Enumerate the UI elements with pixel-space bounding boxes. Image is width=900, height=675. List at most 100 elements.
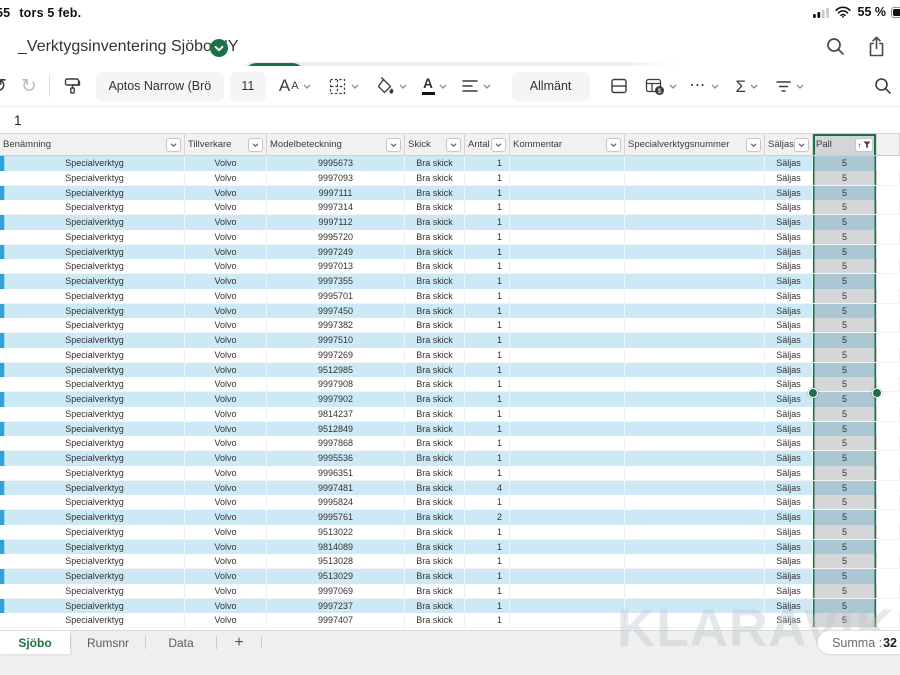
table-row[interactable]: SpecialverktygVolvo9995824Bra skick1Sälj… xyxy=(0,495,900,510)
cell-pall[interactable]: 5 xyxy=(813,274,877,289)
cell-säljas[interactable]: Säljas xyxy=(765,156,813,171)
font-format-button[interactable]: AA xyxy=(279,76,311,96)
cell-tillverkare[interactable]: Volvo xyxy=(185,200,267,214)
table-row[interactable]: SpecialverktygVolvo9513029Bra skick1Sälj… xyxy=(0,569,900,584)
cell-kommentar[interactable] xyxy=(510,348,625,362)
table-row[interactable]: SpecialverktygVolvo9997450Bra skick1Sälj… xyxy=(0,304,900,319)
cell-kommentar[interactable] xyxy=(510,540,625,555)
redo-button[interactable]: ↻ xyxy=(21,77,37,96)
cell-empty[interactable] xyxy=(877,186,900,201)
cell-pall[interactable]: 5 xyxy=(813,377,877,391)
cell-kommentar[interactable] xyxy=(510,215,625,230)
cell-kommentar[interactable] xyxy=(510,230,625,244)
cell-antal[interactable]: 4 xyxy=(465,481,510,496)
cell-modelbeteckning[interactable]: 9995673 xyxy=(267,156,405,171)
cell-skick[interactable]: Bra skick xyxy=(405,407,465,421)
cell-tillverkare[interactable]: Volvo xyxy=(185,245,267,260)
cell-pall[interactable]: 5 xyxy=(813,171,877,185)
cell-empty[interactable] xyxy=(877,422,900,437)
cell-skick[interactable]: Bra skick xyxy=(405,481,465,496)
cell-antal[interactable]: 1 xyxy=(465,304,510,319)
cell-empty[interactable] xyxy=(877,599,900,614)
cell-specialverktygsnummer[interactable] xyxy=(625,584,765,598)
cell-specialverktygsnummer[interactable] xyxy=(625,613,765,627)
cell-tillverkare[interactable]: Volvo xyxy=(185,259,267,273)
table-row[interactable]: SpecialverktygVolvo9513022Bra skick1Sälj… xyxy=(0,525,900,540)
cell-antal[interactable]: 1 xyxy=(465,495,510,509)
cell-tillverkare[interactable]: Volvo xyxy=(185,525,267,539)
cell-specialverktygsnummer[interactable] xyxy=(625,186,765,201)
format-painter-button[interactable] xyxy=(62,76,82,96)
cell-modelbeteckning[interactable]: 9997382 xyxy=(267,318,405,332)
cell-empty[interactable] xyxy=(877,156,900,171)
cell-säljas[interactable]: Säljas xyxy=(765,510,813,525)
cell-pall[interactable]: 5 xyxy=(813,613,877,627)
cell-pall[interactable]: 5 xyxy=(813,259,877,273)
table-row[interactable]: SpecialverktygVolvo9814089Bra skick1Sälj… xyxy=(0,540,900,555)
cell-empty[interactable] xyxy=(877,584,900,598)
cell-specialverktygsnummer[interactable] xyxy=(625,363,765,378)
cell-modelbeteckning[interactable]: 9997355 xyxy=(267,274,405,289)
cell-antal[interactable]: 1 xyxy=(465,407,510,421)
cell-pall[interactable]: 5 xyxy=(813,407,877,421)
sheet-tab-rumsnr[interactable]: Rumsnr xyxy=(71,631,145,654)
cell-antal[interactable]: 1 xyxy=(465,245,510,260)
cell-säljas[interactable]: Säljas xyxy=(765,274,813,289)
cell-pall[interactable]: 5 xyxy=(813,215,877,230)
column-header-antal[interactable]: Antal xyxy=(465,134,510,155)
cell-empty[interactable] xyxy=(877,304,900,319)
cell-benämning[interactable]: Specialverktyg xyxy=(5,318,185,332)
cell-kommentar[interactable] xyxy=(510,436,625,450)
cell-säljas[interactable]: Säljas xyxy=(765,304,813,319)
cell-modelbeteckning[interactable]: 9997111 xyxy=(267,186,405,201)
cell-skick[interactable]: Bra skick xyxy=(405,392,465,407)
cell-specialverktygsnummer[interactable] xyxy=(625,422,765,437)
cell-skick[interactable]: Bra skick xyxy=(405,495,465,509)
cell-antal[interactable]: 1 xyxy=(465,318,510,332)
cell-pall[interactable]: 5 xyxy=(813,466,877,480)
table-row[interactable]: SpecialverktygVolvo9997269Bra skick1Sälj… xyxy=(0,348,900,363)
cell-modelbeteckning[interactable]: 9997112 xyxy=(267,215,405,230)
cell-säljas[interactable]: Säljas xyxy=(765,363,813,378)
cell-empty[interactable] xyxy=(877,481,900,496)
more-options-button[interactable]: ⋯ xyxy=(690,78,719,94)
cell-kommentar[interactable] xyxy=(510,599,625,614)
table-row[interactable]: SpecialverktygVolvo9997510Bra skick1Sälj… xyxy=(0,333,900,348)
table-row[interactable]: SpecialverktygVolvo9512849Bra skick1Sälj… xyxy=(0,422,900,437)
cell-benämning[interactable]: Specialverktyg xyxy=(5,363,185,378)
share-icon[interactable] xyxy=(867,36,886,57)
table-row[interactable]: SpecialverktygVolvo9814237Bra skick1Sälj… xyxy=(0,407,900,422)
cell-benämning[interactable]: Specialverktyg xyxy=(5,481,185,496)
cell-kommentar[interactable] xyxy=(510,525,625,539)
cell-empty[interactable] xyxy=(877,230,900,244)
cell-tillverkare[interactable]: Volvo xyxy=(185,230,267,244)
fill-color-button[interactable] xyxy=(375,77,407,96)
cell-tillverkare[interactable]: Volvo xyxy=(185,274,267,289)
cell-empty[interactable] xyxy=(877,215,900,230)
cell-skick[interactable]: Bra skick xyxy=(405,525,465,539)
cell-säljas[interactable]: Säljas xyxy=(765,584,813,598)
column-header-tillverkare[interactable]: Tillverkare xyxy=(185,134,267,155)
cell-tillverkare[interactable]: Volvo xyxy=(185,407,267,421)
table-row[interactable]: SpecialverktygVolvo9997481Bra skick4Sälj… xyxy=(0,481,900,496)
cell-kommentar[interactable] xyxy=(510,481,625,496)
cell-pall[interactable]: 5 xyxy=(813,436,877,450)
cell-pall[interactable]: 5 xyxy=(813,289,877,303)
cell-skick[interactable]: Bra skick xyxy=(405,451,465,466)
cell-tillverkare[interactable]: Volvo xyxy=(185,569,267,584)
cell-modelbeteckning[interactable]: 9512985 xyxy=(267,363,405,378)
cell-tillverkare[interactable]: Volvo xyxy=(185,422,267,437)
cell-benämning[interactable]: Specialverktyg xyxy=(5,377,185,391)
table-row[interactable]: SpecialverktygVolvo9997314Bra skick1Sälj… xyxy=(0,200,900,215)
cell-pall[interactable]: 5 xyxy=(813,200,877,214)
filter-dropdown-icon[interactable] xyxy=(746,138,761,152)
cell-modelbeteckning[interactable]: 9997314 xyxy=(267,200,405,214)
cell-modelbeteckning[interactable]: 9997013 xyxy=(267,259,405,273)
cell-benämning[interactable]: Specialverktyg xyxy=(5,392,185,407)
table-row[interactable]: SpecialverktygVolvo9995761Bra skick2Sälj… xyxy=(0,510,900,525)
cell-specialverktygsnummer[interactable] xyxy=(625,304,765,319)
cell-antal[interactable]: 1 xyxy=(465,422,510,437)
cell-kommentar[interactable] xyxy=(510,451,625,466)
cell-modelbeteckning[interactable]: 9997481 xyxy=(267,481,405,496)
cell-tillverkare[interactable]: Volvo xyxy=(185,481,267,496)
